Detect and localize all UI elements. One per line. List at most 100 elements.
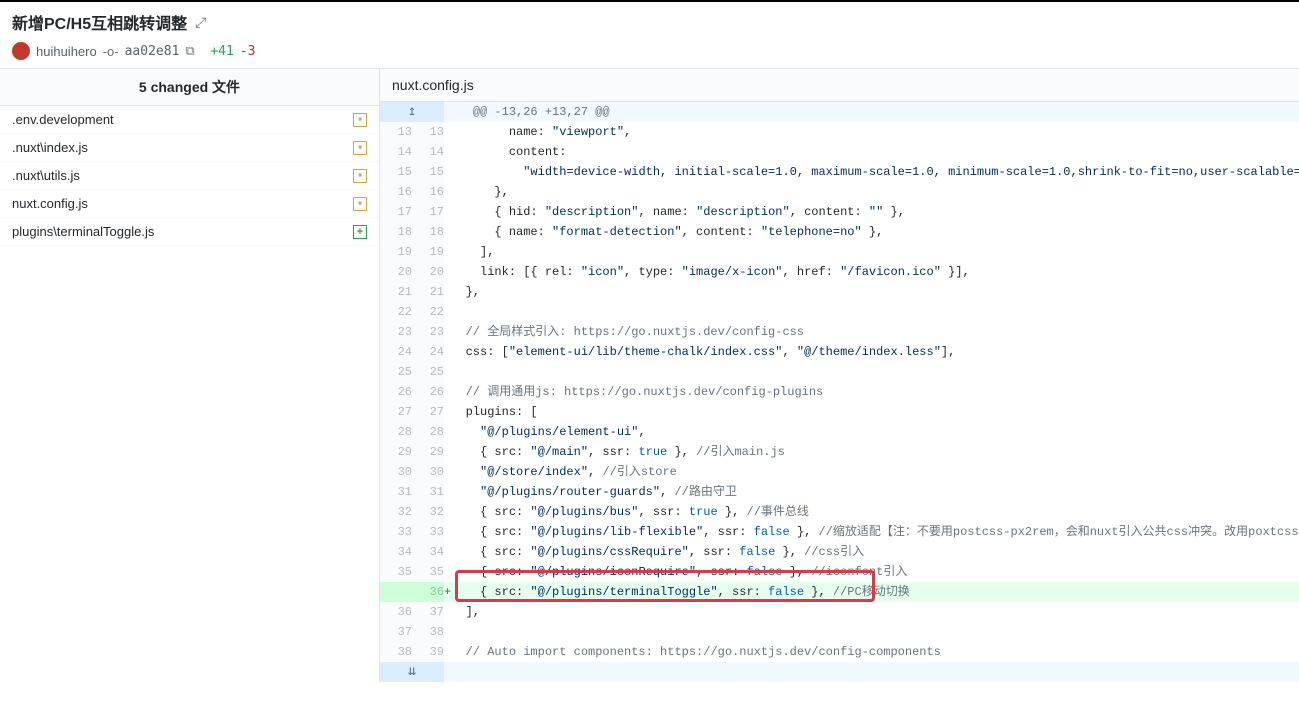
line-num-new[interactable]: 34 <box>412 542 444 562</box>
line-num-new[interactable]: 29 <box>412 442 444 462</box>
expand-up-icon[interactable]: ↥ <box>380 102 444 122</box>
code-content: { src: "@/plugins/cssRequire", ssr: fals… <box>451 542 1299 562</box>
line-num-new[interactable]: 20 <box>412 262 444 282</box>
line-num-old[interactable]: 32 <box>380 502 412 522</box>
line-num-new[interactable]: 31 <box>412 482 444 502</box>
line-num-old[interactable]: 31 <box>380 482 412 502</box>
line-num-new[interactable]: 30 <box>412 462 444 482</box>
file-item[interactable]: .nuxt\index.js■ <box>0 134 379 162</box>
line-num-new[interactable]: 23 <box>412 322 444 342</box>
status-modified-icon: ■ <box>353 113 367 127</box>
commit-header: 新增PC/H5互相跳转调整 ⤢ huihuihero -o- aa02e81 ⧉… <box>0 2 1299 68</box>
line-num-old[interactable]: 29 <box>380 442 412 462</box>
diff-marker <box>444 502 451 522</box>
line-num-old[interactable]: 20 <box>380 262 412 282</box>
line-num-new[interactable]: 35 <box>412 562 444 582</box>
line-num-new[interactable]: 15 <box>412 162 444 182</box>
line-num-old[interactable]: 14 <box>380 142 412 162</box>
line-num-old[interactable]: 28 <box>380 422 412 442</box>
diff-marker <box>444 442 451 462</box>
diff-line: 3333 { src: "@/plugins/lib-flexible", ss… <box>380 522 1299 542</box>
file-item[interactable]: .nuxt\utils.js■ <box>0 162 379 190</box>
line-num-old[interactable]: 27 <box>380 402 412 422</box>
line-num-old[interactable]: 24 <box>380 342 412 362</box>
line-num-new[interactable]: 33 <box>412 522 444 542</box>
diff-marker <box>444 322 451 342</box>
diff-marker <box>444 142 451 162</box>
code-content: css: ["element-ui/lib/theme-chalk/index.… <box>451 342 1299 362</box>
line-num-new[interactable]: 16 <box>412 182 444 202</box>
avatar <box>12 42 30 60</box>
status-modified-icon: ■ <box>353 141 367 155</box>
line-num-old[interactable]: 19 <box>380 242 412 262</box>
diff-marker: + <box>444 582 451 602</box>
diff-marker <box>444 382 451 402</box>
line-num-old[interactable]: 22 <box>380 302 412 322</box>
line-num-new[interactable]: 17 <box>412 202 444 222</box>
line-num-old[interactable] <box>380 582 412 602</box>
line-num-old[interactable]: 26 <box>380 382 412 402</box>
line-num-old[interactable]: 16 <box>380 182 412 202</box>
line-num-new[interactable]: 28 <box>412 422 444 442</box>
line-num-new[interactable]: 22 <box>412 302 444 322</box>
line-num-old[interactable]: 18 <box>380 222 412 242</box>
file-item[interactable]: nuxt.config.js■ <box>0 190 379 218</box>
line-num-new[interactable]: 19 <box>412 242 444 262</box>
status-modified-icon: ■ <box>353 197 367 211</box>
line-num-old[interactable]: 21 <box>380 282 412 302</box>
line-num-old[interactable]: 17 <box>380 202 412 222</box>
line-num-old[interactable]: 38 <box>380 642 412 662</box>
line-num-old[interactable]: 33 <box>380 522 412 542</box>
line-num-new[interactable]: 21 <box>412 282 444 302</box>
diff-marker <box>444 222 451 242</box>
line-num-new[interactable]: 13 <box>412 122 444 142</box>
line-num-new[interactable]: 36 <box>412 582 444 602</box>
line-num-old[interactable]: 36 <box>380 602 412 622</box>
line-num-new[interactable]: 37 <box>412 602 444 622</box>
line-num-new[interactable]: 39 <box>412 642 444 662</box>
diff-marker <box>444 182 451 202</box>
diff-line: 1818 { name: "format-detection", content… <box>380 222 1299 242</box>
diff-marker <box>444 242 451 262</box>
file-name: plugins\terminalToggle.js <box>12 224 154 239</box>
line-num-new[interactable]: 26 <box>412 382 444 402</box>
diff-marker <box>444 402 451 422</box>
hunk-header: @@ -13,26 +13,27 @@ <box>451 102 1299 122</box>
copy-icon[interactable]: ⧉ <box>185 43 194 59</box>
file-item[interactable]: .env.development■ <box>0 106 379 134</box>
file-item[interactable]: plugins\terminalToggle.js+ <box>0 218 379 246</box>
line-num-old[interactable]: 13 <box>380 122 412 142</box>
line-num-old[interactable]: 37 <box>380 622 412 642</box>
code-content: // 全局样式引入: https://go.nuxtjs.dev/config-… <box>451 322 1299 342</box>
code-content: }, <box>451 182 1299 202</box>
line-num-new[interactable]: 24 <box>412 342 444 362</box>
diff-line: 3232 { src: "@/plugins/bus", ssr: true }… <box>380 502 1299 522</box>
line-num-new[interactable]: 18 <box>412 222 444 242</box>
diff-marker <box>444 342 451 362</box>
line-num-old[interactable]: 25 <box>380 362 412 382</box>
line-num-old[interactable]: 23 <box>380 322 412 342</box>
diff-panel: nuxt.config.js ↥ @@ -13,26 +13,27 @@1313… <box>380 69 1299 682</box>
line-num-new[interactable]: 38 <box>412 622 444 642</box>
line-num-old[interactable]: 34 <box>380 542 412 562</box>
author-name[interactable]: huihuihero <box>36 44 97 59</box>
expand-icon[interactable]: ⤢ <box>195 14 206 31</box>
line-num-new[interactable]: 25 <box>412 362 444 382</box>
code-content: { src: "@/main", ssr: true }, //引入main.j… <box>451 442 1299 462</box>
status-modified-icon: ■ <box>353 169 367 183</box>
line-num-new[interactable]: 27 <box>412 402 444 422</box>
additions-count: +41 <box>210 44 233 59</box>
line-num-old[interactable]: 15 <box>380 162 412 182</box>
line-num-new[interactable]: 32 <box>412 502 444 522</box>
code-content: { hid: "description", name: "description… <box>451 202 1299 222</box>
line-num-new[interactable]: 14 <box>412 142 444 162</box>
line-num-old[interactable]: 30 <box>380 462 412 482</box>
expand-down-icon[interactable]: ⇊ <box>380 662 444 682</box>
diff-marker <box>444 122 451 142</box>
commit-hash[interactable]: aa02e81 <box>125 44 180 59</box>
line-num-old[interactable]: 35 <box>380 562 412 582</box>
code-content: { src: "@/plugins/iconRequire", ssr: fal… <box>451 562 1299 582</box>
diff-marker <box>444 422 451 442</box>
code-content: }, <box>451 282 1299 302</box>
branch-icon: -o- <box>103 44 119 59</box>
